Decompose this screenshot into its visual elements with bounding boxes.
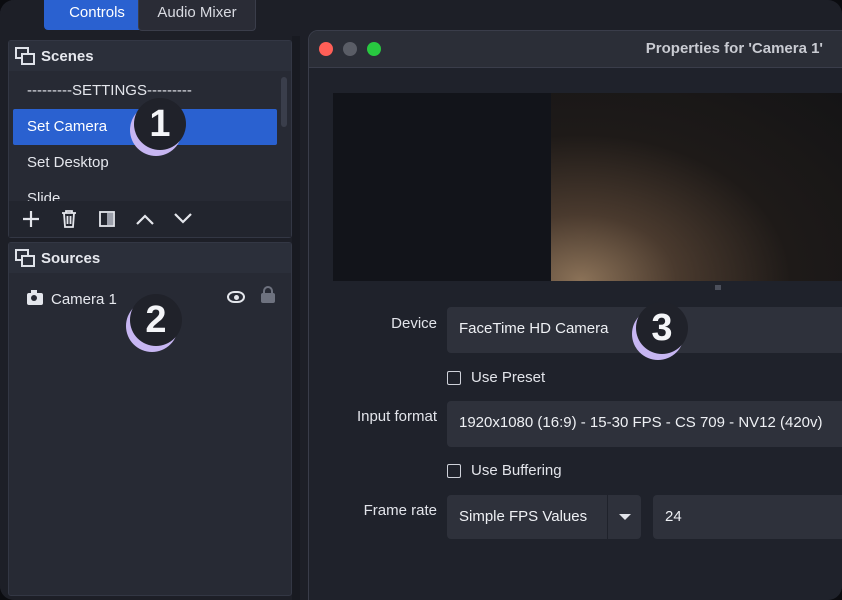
dock-windows-icon	[15, 249, 37, 267]
scenes-dock-header: Scenes	[9, 41, 291, 71]
preview-area	[333, 93, 551, 281]
properties-window-title: Properties for 'Camera 1'	[645, 40, 823, 57]
use-preset-label: Use Preset	[471, 369, 546, 386]
use-preset-checkbox[interactable]: Use Preset	[447, 369, 545, 386]
annotation-badge-3: 3	[636, 302, 688, 354]
eye-icon[interactable]	[227, 291, 245, 303]
move-scene-down-button[interactable]	[173, 209, 193, 229]
dock-windows-icon	[15, 47, 37, 65]
annotation-badge-2: 2	[130, 294, 182, 346]
scene-list-scrollbar[interactable]	[281, 77, 287, 127]
obs-window: Controls Audio Mixer Scenes ---------SET…	[0, 0, 842, 600]
scene-item-set-desktop[interactable]: Set Desktop	[9, 145, 281, 181]
use-buffering-checkbox[interactable]: Use Buffering	[447, 462, 562, 479]
scenes-title: Scenes	[41, 47, 94, 65]
move-scene-up-button[interactable]	[135, 209, 155, 229]
frame-rate-mode-value: Simple FPS Values	[459, 508, 588, 525]
chevron-down-icon	[174, 213, 192, 224]
properties-window: Properties for 'Camera 1' Device FaceTim…	[308, 30, 842, 600]
checkbox-box	[447, 370, 461, 385]
sources-dock-header: Sources	[9, 243, 291, 273]
tab-audio-mixer[interactable]: Audio Mixer	[138, 0, 256, 31]
source-label: Camera 1	[51, 290, 117, 308]
sources-title: Sources	[41, 249, 101, 267]
scene-filters-button[interactable]	[97, 209, 117, 229]
checkbox-box	[447, 463, 461, 478]
plus-icon	[23, 211, 39, 227]
chevron-down-icon	[619, 514, 631, 520]
add-scene-button[interactable]	[21, 209, 41, 229]
dock-tab-strip: Controls Audio Mixer	[0, 0, 300, 36]
scenes-toolbar	[9, 201, 291, 237]
minimize-window-button[interactable]	[343, 42, 357, 56]
frame-rate-label: Frame rate	[363, 502, 437, 519]
annotation-badge-1: 1	[134, 98, 186, 150]
trash-icon	[62, 210, 76, 228]
input-format-select[interactable]: 1920x1080 (16:9) - 15-30 FPS - CS 709 - …	[447, 401, 842, 447]
properties-title-bar[interactable]: Properties for 'Camera 1'	[309, 31, 842, 68]
preview-resize-handle[interactable]	[715, 285, 721, 290]
scene-item-slide[interactable]: Slide	[9, 181, 281, 201]
close-window-button[interactable]	[319, 42, 333, 56]
tab-controls[interactable]: Controls	[44, 0, 150, 30]
frame-rate-value-select[interactable]: 24	[653, 495, 842, 539]
device-label: Device	[391, 315, 437, 332]
maximize-window-button[interactable]	[367, 42, 381, 56]
remove-scene-button[interactable]	[59, 209, 79, 229]
camera-icon	[27, 290, 43, 305]
chevron-up-icon	[136, 214, 154, 225]
use-buffering-label: Use Buffering	[471, 462, 562, 479]
camera-preview-image	[551, 93, 842, 281]
pane-splitter[interactable]	[292, 0, 300, 600]
frame-rate-dropdown-button[interactable]	[607, 495, 642, 539]
filter-icon	[99, 211, 115, 227]
input-format-label: Input format	[356, 408, 437, 425]
lock-icon[interactable]	[261, 286, 275, 303]
